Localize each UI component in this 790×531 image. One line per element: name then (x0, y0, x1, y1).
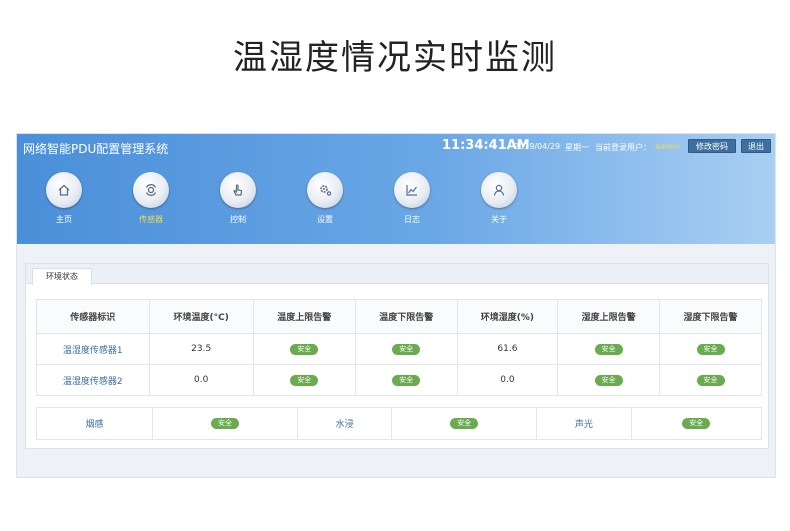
sensor-name[interactable]: 温湿度传感器2 (36, 364, 150, 396)
status-badge: 安全 (594, 343, 623, 355)
status-badge: 安全 (392, 343, 421, 355)
temperature-value: 23.5 (148, 333, 254, 365)
content-panel: 环境状态 传感器标识 环境温度(°C) 温度上限告警 温度下限告警 环境湿度(%… (25, 263, 769, 449)
gear-icon (307, 172, 343, 208)
main-nav: 主页 传感器 控制 设置 日志 关于 (17, 172, 775, 232)
sensor-name[interactable]: 温湿度传感器1 (36, 333, 150, 365)
nav-label: 主页 (56, 215, 72, 224)
status-badge: 安全 (594, 374, 623, 386)
page-title: 温湿度情况实时监测 (233, 38, 557, 78)
nav-item-sensor[interactable]: 传感器 (116, 172, 186, 225)
status-badge: 安全 (696, 343, 725, 355)
tab-bar: 环境状态 (26, 264, 768, 285)
nav-label: 控制 (230, 215, 246, 224)
temperature-value: 0.0 (148, 364, 254, 396)
table-row: 温湿度传感器2 0.0 安全 安全 0.0 安全 安全 (36, 364, 762, 396)
app-header: 网络智能PDU配置管理系统 11:34:41AM 2019/04/29 星期一 … (17, 134, 775, 244)
sensor-table: 传感器标识 环境温度(°C) 温度上限告警 温度下限告警 环境湿度(%) 湿度上… (36, 299, 762, 396)
status-badge: 安全 (290, 343, 319, 355)
current-user-name: admin (655, 142, 681, 151)
status-badge: 安全 (211, 418, 239, 429)
home-icon (46, 172, 82, 208)
column-header: 湿度上限告警 (557, 299, 661, 334)
hand-pointer-icon (220, 172, 256, 208)
nav-label: 传感器 (139, 215, 163, 224)
nav-label: 设置 (317, 215, 333, 224)
nav-label: 日志 (404, 215, 420, 224)
app-window: 网络智能PDU配置管理系统 11:34:41AM 2019/04/29 星期一 … (16, 133, 776, 478)
nav-item-control[interactable]: 控制 (203, 172, 273, 225)
nav-item-settings[interactable]: 设置 (290, 172, 360, 225)
nav-item-log[interactable]: 日志 (377, 172, 447, 225)
column-header: 湿度下限告警 (659, 299, 762, 334)
tab-environment-status[interactable]: 环境状态 (32, 268, 92, 285)
system-title: 网络智能PDU配置管理系统 (23, 142, 169, 156)
logout-button[interactable]: 退出 (741, 139, 771, 153)
table-header-row: 传感器标识 环境温度(°C) 温度上限告警 温度下限告警 环境湿度(%) 湿度上… (36, 299, 762, 334)
status-badge: 安全 (392, 374, 421, 386)
column-header: 温度上限告警 (252, 299, 356, 334)
change-password-button[interactable]: 修改密码 (688, 139, 736, 153)
nav-label: 关于 (491, 215, 507, 224)
column-header: 传感器标识 (36, 299, 150, 334)
user-icon (481, 172, 517, 208)
nav-item-home[interactable]: 主页 (29, 172, 99, 225)
current-user-label: 当前登录用户： (595, 143, 651, 152)
column-header: 温度下限告警 (354, 299, 458, 334)
table-row: 温湿度传感器1 23.5 安全 安全 61.6 安全 安全 (36, 333, 762, 365)
nav-item-about[interactable]: 关于 (464, 172, 534, 225)
status-badge: 安全 (696, 374, 725, 386)
weekday: 星期一 (565, 143, 589, 152)
humidity-value: 61.6 (456, 333, 559, 365)
water-sensor-label: 水浸 (296, 407, 393, 440)
status-badge: 安全 (290, 374, 319, 386)
table-row: 烟感 安全 水浸 安全 声光 安全 (36, 407, 762, 440)
status-badge: 安全 (682, 418, 711, 429)
date: 2019/04/29 (514, 142, 561, 151)
column-header: 环境湿度(%) (456, 299, 559, 334)
humidity-value: 0.0 (456, 364, 559, 396)
chart-log-icon (394, 172, 430, 208)
column-header: 环境温度(°C) (148, 299, 254, 334)
sensor-icon (133, 172, 169, 208)
environment-alarm-table: 烟感 安全 水浸 安全 声光 安全 (36, 407, 762, 440)
status-badge: 安全 (450, 418, 479, 429)
smoke-sensor-label: 烟感 (36, 407, 153, 440)
alarm-light-label: 声光 (536, 407, 632, 440)
